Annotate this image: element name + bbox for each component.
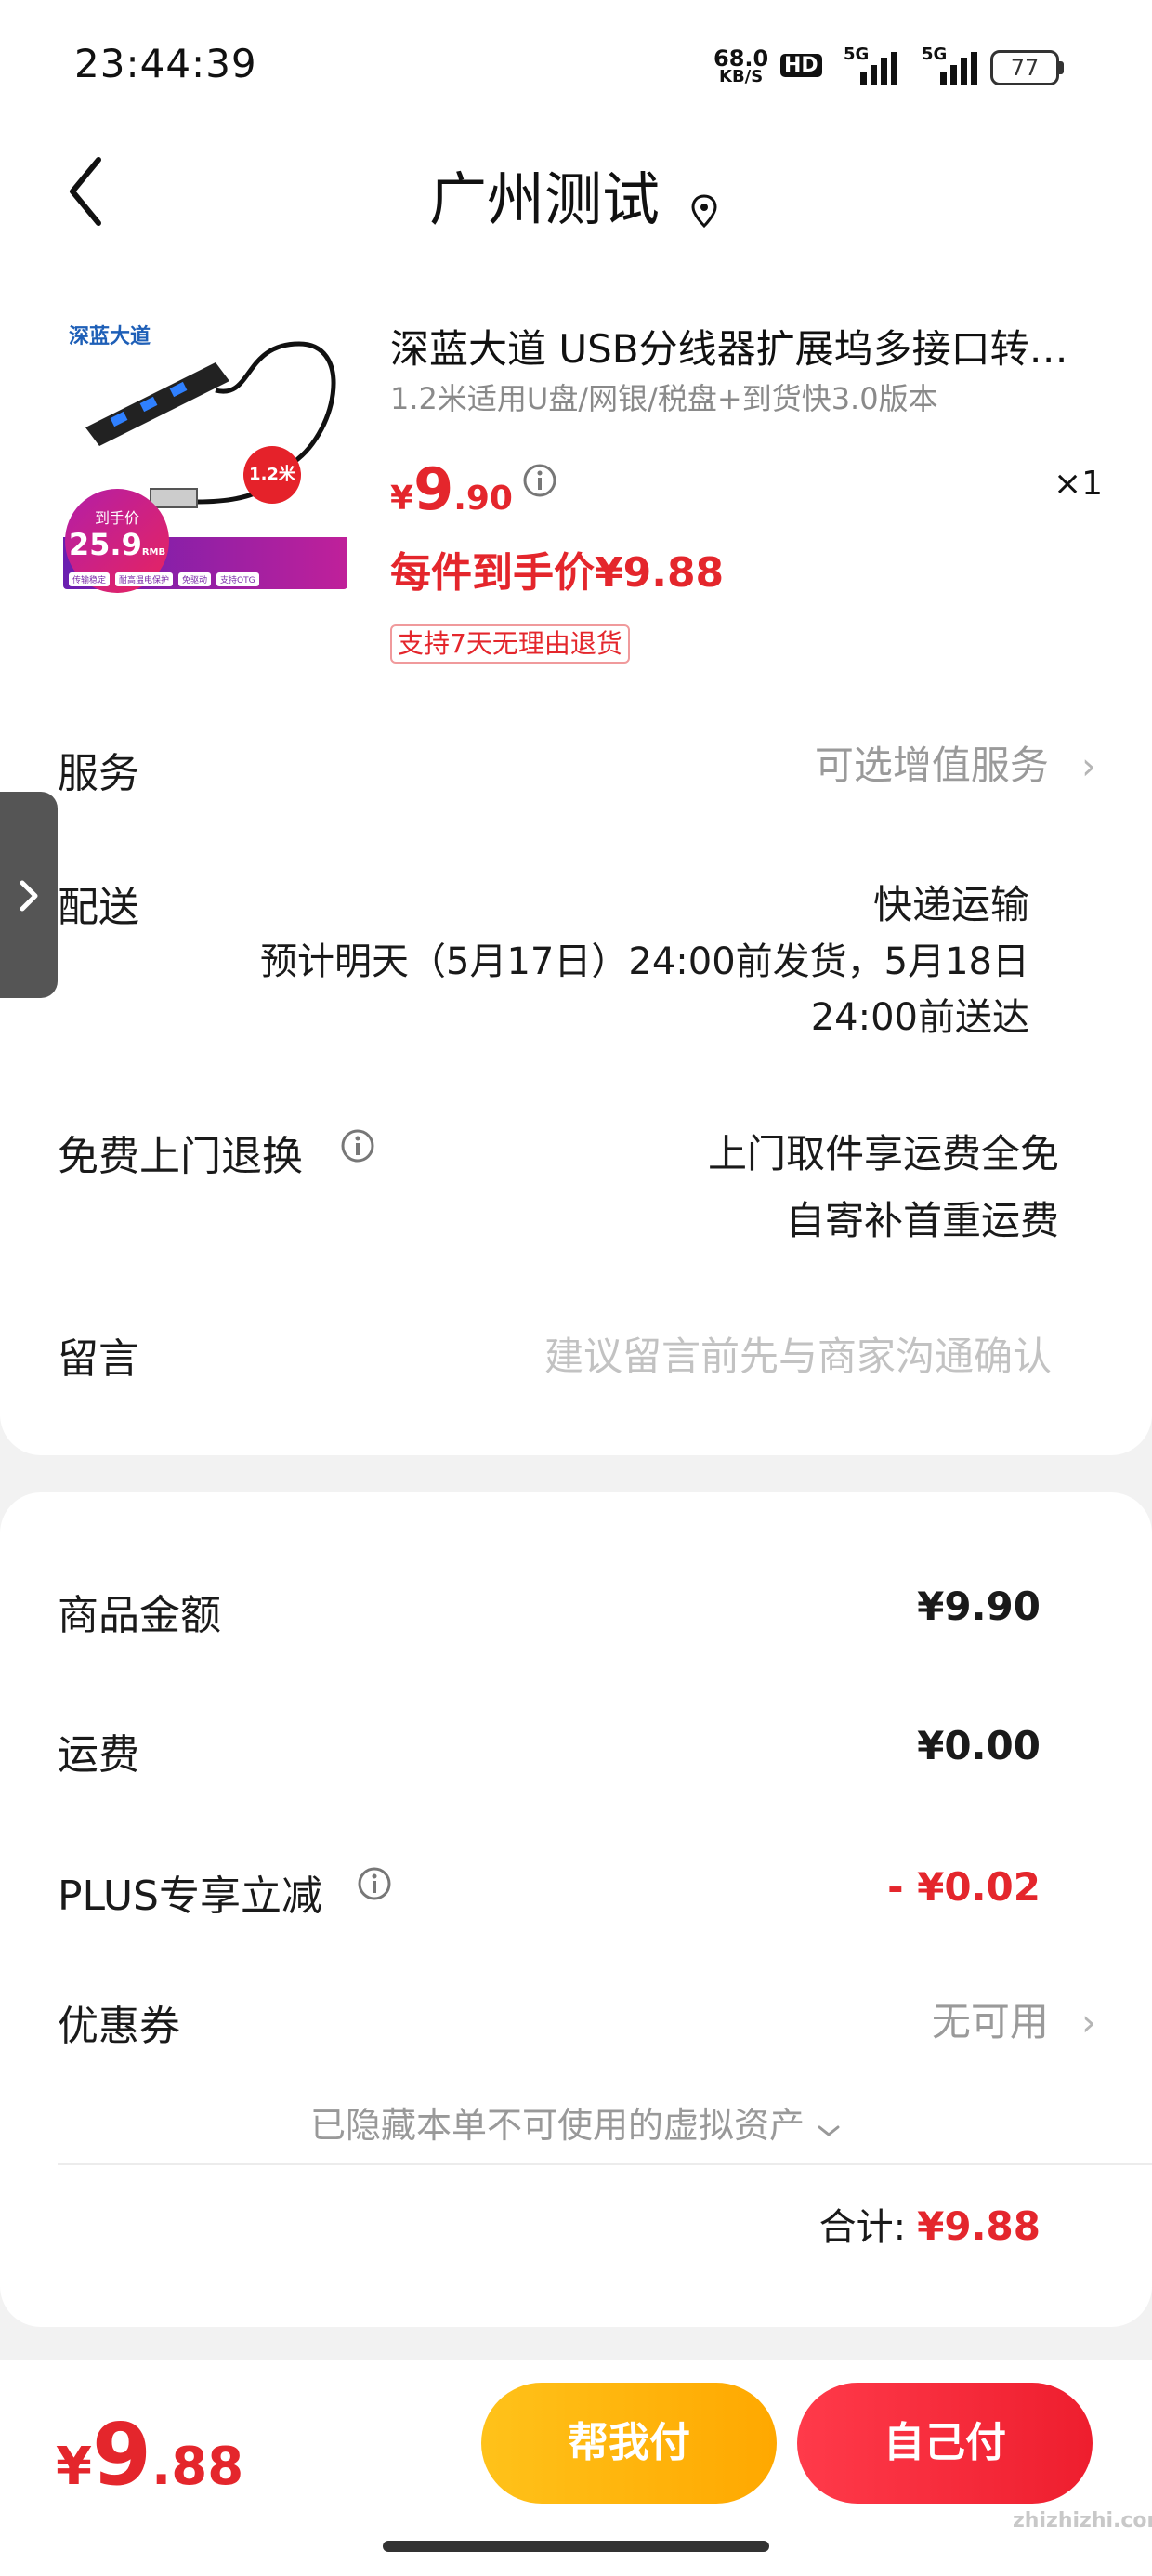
quantity: ×1 — [1054, 465, 1104, 503]
price-info-icon[interactable] — [522, 463, 557, 498]
page-title: 广州测试 — [0, 152, 1152, 236]
plus-info-icon[interactable] — [357, 1866, 392, 1905]
coupon-selector[interactable]: 无可用 › — [743, 1991, 1096, 2047]
pay-amount: ¥9.88 — [56, 2405, 244, 2504]
service-selector[interactable]: 可选增值服务 › — [650, 734, 1096, 791]
total-value: ¥9.88 — [917, 2203, 1041, 2249]
signal-sim1-icon: 5G — [844, 45, 897, 85]
chevron-right-icon: › — [1081, 2002, 1096, 2044]
chevron-down-icon — [816, 2108, 842, 2149]
product-spec: 1.2米适用U盘/网银/税盘+到货快3.0版本 — [390, 381, 938, 416]
price-summary-card: 商品金额 ¥9.90 运费 ¥0.00 PLUS专享立减 - ¥0.02 优惠券… — [0, 1492, 1152, 2327]
order-total: 合计: ¥9.88 — [818, 2203, 1041, 2249]
side-panel-tab[interactable] — [0, 792, 58, 998]
product-title[interactable]: 深蓝大道 USB分线器扩展坞多接口转换器hub集线器 — [390, 318, 1078, 375]
shipping-label: 运费 — [58, 1731, 139, 1779]
self-pay-button[interactable]: 自己付 — [797, 2383, 1093, 2504]
message-label: 留言 — [58, 1335, 139, 1383]
delivery-estimate-line1: 预计明天（5月17日）24:00前发货，5月18日 — [260, 940, 1029, 983]
plus-discount-label: PLUS专享立减 — [58, 1873, 322, 1920]
return-policy-badge: 支持7天无理由退货 — [390, 624, 630, 664]
net-price: 每件到手价¥9.88 — [390, 549, 725, 597]
chevron-right-icon — [20, 880, 38, 912]
message-input[interactable]: 建议留言前先与商家沟通确认 — [427, 1325, 1052, 1382]
chevron-right-icon: › — [1081, 745, 1096, 788]
service-value: 可选增值服务 — [814, 743, 1049, 788]
usb-hub-image — [85, 341, 336, 508]
free-return-line2: 自寄补首重运费 — [785, 1198, 1059, 1243]
battery-icon: 77 — [990, 50, 1064, 85]
bottom-action-bar: ¥9.88 帮我付 自己付 — [0, 2360, 1152, 2576]
free-return-info-icon[interactable] — [340, 1128, 375, 1167]
hd-voice-icon: HD — [780, 54, 822, 77]
shipping-value: ¥0.00 — [917, 1723, 1041, 1768]
delivery-estimate-line2: 24:00前送达 — [810, 996, 1029, 1039]
plus-discount-value: - ¥0.02 — [887, 1864, 1041, 1910]
location-pin-icon[interactable] — [686, 176, 723, 229]
status-bar: 23:44:39 68.0 KB/S HD 5G 5G 77 — [0, 0, 1152, 130]
product-price: ¥9.90 — [390, 455, 513, 523]
free-return-line1: 上门取件享运费全免 — [707, 1131, 1059, 1176]
goods-amount-value: ¥9.90 — [917, 1584, 1041, 1629]
nav-header: 广州测试 — [0, 130, 1152, 260]
delivery-label: 配送 — [58, 884, 139, 931]
status-clock: 23:44:39 — [74, 41, 257, 86]
product-thumbnail[interactable]: 深蓝大道 1.2米 到手价 25.9RMB 传输稳定 耐高温电保护 免驱动 支持… — [58, 307, 353, 602]
home-indicator[interactable] — [383, 2541, 769, 2552]
divider — [58, 2163, 1152, 2165]
back-button[interactable] — [58, 151, 113, 234]
help-pay-button[interactable]: 帮我付 — [481, 2383, 777, 2504]
order-info-card: 深蓝大道 1.2米 到手价 25.9RMB 传输稳定 耐高温电保护 免驱动 支持… — [0, 260, 1152, 1455]
network-speed: 68.0 KB/S — [713, 46, 769, 86]
watermark: zhizhizhi.com — [1013, 2509, 1152, 2532]
thumb-feature-tags: 传输稳定 耐高温电保护 免驱动 支持OTG — [69, 572, 259, 586]
thumb-length-badge: 1.2米 — [243, 446, 301, 504]
chevron-left-icon — [70, 157, 101, 226]
service-label: 服务 — [58, 750, 139, 797]
hidden-assets-toggle[interactable]: 已隐藏本单不可使用的虚拟资产 — [0, 2096, 1152, 2149]
delivery-method[interactable]: 快递运输 — [465, 874, 1029, 930]
free-return-label: 免费上门退换 — [58, 1133, 303, 1180]
signal-sim2-icon: 5G — [907, 45, 977, 85]
goods-amount-label: 商品金额 — [58, 1592, 221, 1639]
coupon-label: 优惠券 — [58, 2003, 180, 2050]
coupon-value: 无可用 — [931, 1999, 1049, 2044]
